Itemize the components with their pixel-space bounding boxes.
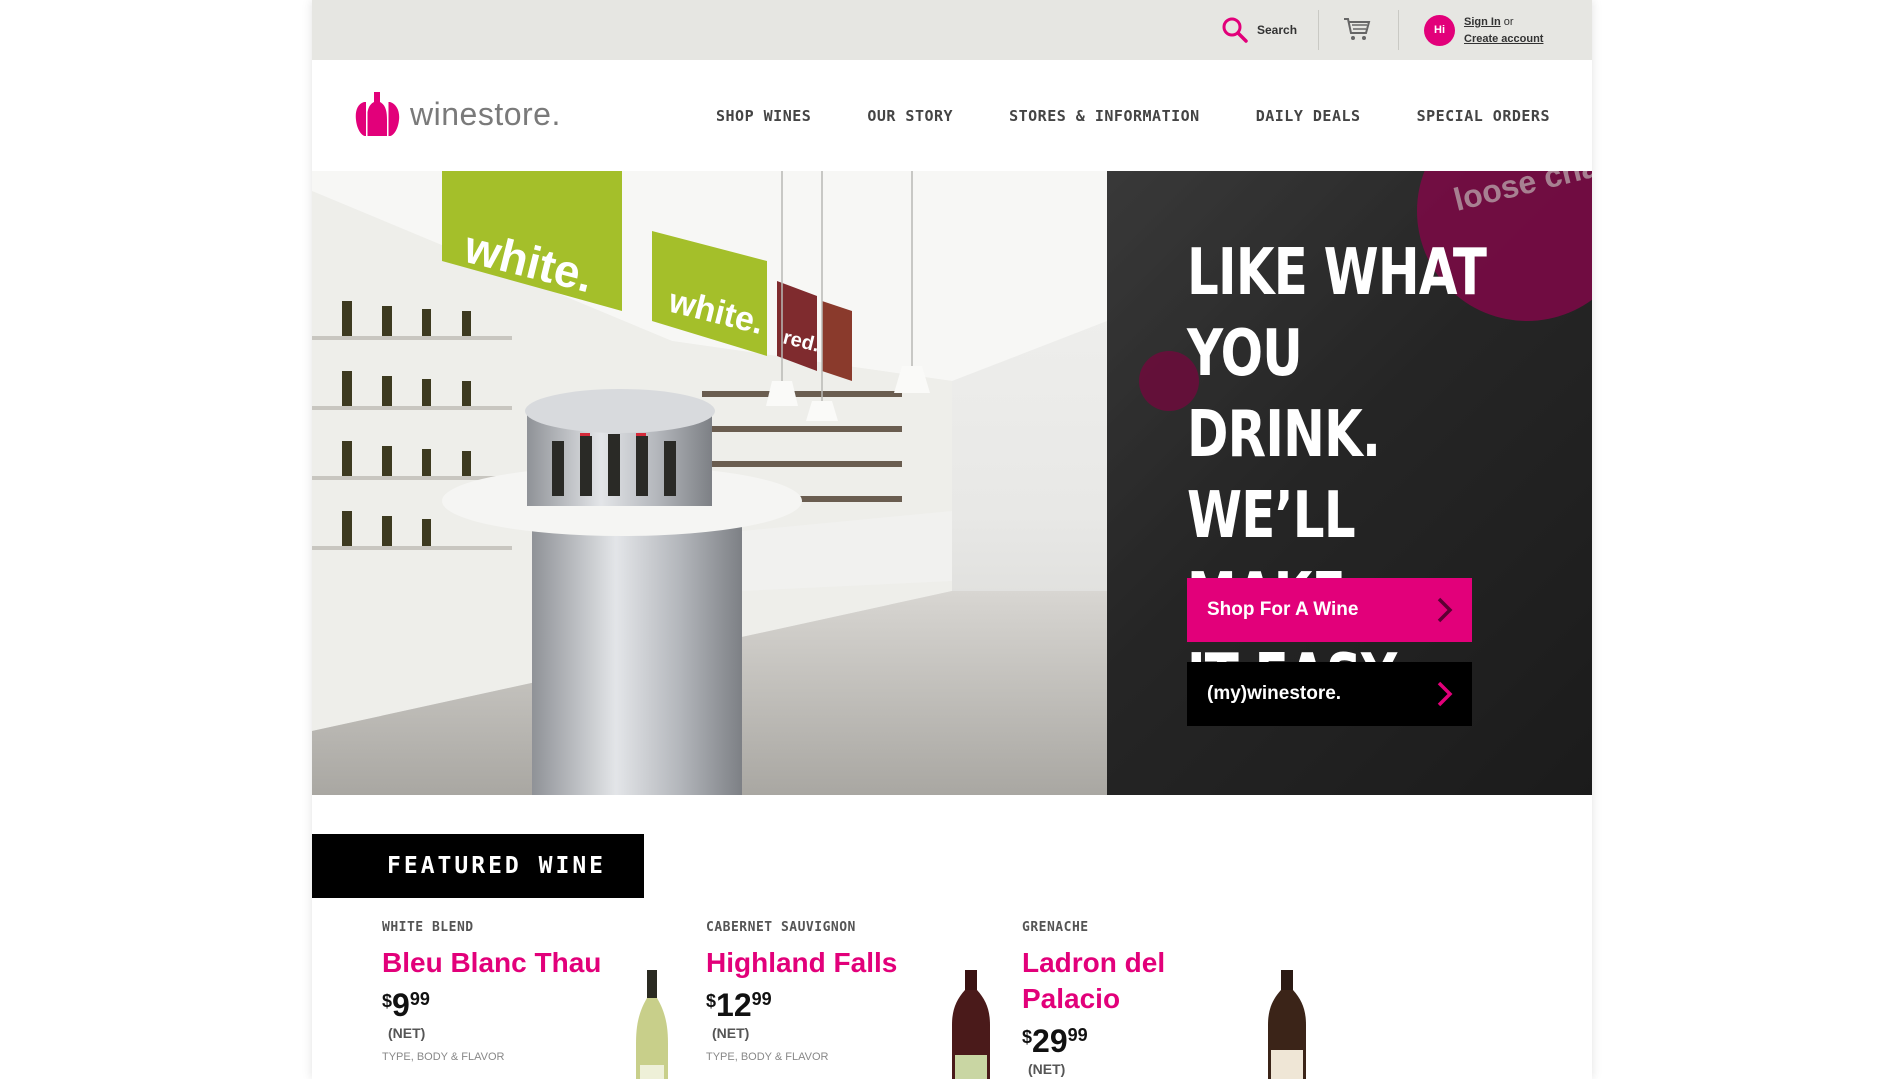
wine-card: WHITE BLEND Bleu Blanc Thau $ 9 99 (NET)… xyxy=(382,920,712,1079)
wine-name-link[interactable]: Bleu Blanc Thau xyxy=(382,945,602,981)
create-account-link[interactable]: Create account xyxy=(1464,33,1543,45)
price-dollars: 9 xyxy=(392,987,410,1023)
logo-text: winestore. xyxy=(410,95,561,132)
wine-bottle-image xyxy=(952,970,990,1079)
price-currency: $ xyxy=(1022,1027,1033,1047)
hero-panel: loose change LIKE WHAT YOU DRINK. WE’LL … xyxy=(1107,171,1592,795)
wine-type: WHITE BLEND xyxy=(382,920,474,935)
wine-bottles-logo-icon xyxy=(355,92,400,136)
nav-special-orders[interactable]: SPECIAL ORDERS xyxy=(1417,107,1550,125)
divider xyxy=(1398,10,1399,50)
wine-type: GRENACHE xyxy=(1022,920,1089,935)
main-nav: SHOP WINES OUR STORY STORES & INFORMATIO… xyxy=(716,60,1550,171)
price-dollars: 12 xyxy=(716,987,752,1023)
price-cents: 99 xyxy=(409,989,430,1009)
hero: white. white. red. loose LIKE WHAT YOU D… xyxy=(312,171,1592,795)
or-text: or xyxy=(1503,16,1514,28)
shop-for-a-wine-button[interactable]: Shop For A Wine xyxy=(1187,578,1472,642)
store-interior-photo: white. white. red. xyxy=(312,171,1107,795)
site-header: winestore. SHOP WINES OUR STORY STORES &… xyxy=(312,60,1592,171)
wine-name-link[interactable]: Highland Falls xyxy=(706,945,926,981)
avatar: Hi xyxy=(1424,15,1455,46)
nav-shop-wines[interactable]: SHOP WINES xyxy=(716,107,811,125)
price-cents: 99 xyxy=(1067,1025,1088,1045)
divider xyxy=(1318,10,1319,50)
nav-stores-information[interactable]: STORES & INFORMATION xyxy=(1009,107,1200,125)
account-links: Sign In or Create account xyxy=(1464,14,1543,48)
search-icon xyxy=(1222,17,1248,43)
sign-in-link[interactable]: Sign In xyxy=(1464,16,1501,28)
shop-for-a-wine-label: Shop For A Wine xyxy=(1207,599,1359,620)
search-link[interactable]: Search xyxy=(1221,13,1297,47)
cart-button[interactable] xyxy=(1343,16,1371,47)
utility-bar: Search Hi Sign In or Create account xyxy=(312,0,1592,60)
nav-our-story[interactable]: OUR STORY xyxy=(867,107,953,125)
wine-bottle-image xyxy=(636,970,668,1079)
wine-card: CABERNET SAUVIGNON Highland Falls $ 12 9… xyxy=(706,920,1036,1079)
search-label: Search xyxy=(1257,23,1298,37)
price-cents: 99 xyxy=(751,989,772,1009)
logo[interactable]: winestore. xyxy=(354,90,561,138)
hero-heading: LIKE WHAT YOU DRINK. WE’LL MAKE IT EASY xyxy=(1187,233,1499,719)
wine-bottle-image xyxy=(1268,970,1306,1079)
chevron-right-icon xyxy=(1437,681,1453,707)
price-currency: $ xyxy=(382,991,393,1011)
my-winestore-label: (my)winestore. xyxy=(1207,683,1342,704)
cart-icon xyxy=(1344,18,1371,40)
my-winestore-button[interactable]: (my)winestore. xyxy=(1187,662,1472,726)
price-currency: $ xyxy=(706,991,717,1011)
hero-heading-line: YOU DRINK. xyxy=(1187,317,1381,472)
featured-wine-heading: FEATURED WINE xyxy=(312,834,644,898)
wine-card: GRENACHE Ladron del Palacio $ 29 99 (NET… xyxy=(1022,920,1352,1079)
page: Search Hi Sign In or Create account wine… xyxy=(312,0,1592,1079)
chevron-right-icon xyxy=(1437,597,1453,623)
price-dollars: 29 xyxy=(1032,1023,1068,1059)
store-interior-illustration: white. white. red. xyxy=(312,171,1107,795)
wine-name-link[interactable]: Ladron del Palacio xyxy=(1022,945,1242,1017)
hero-heading-line: LIKE WHAT xyxy=(1187,236,1487,310)
nav-daily-deals[interactable]: DAILY DEALS xyxy=(1256,107,1361,125)
wine-type: CABERNET SAUVIGNON xyxy=(706,920,856,935)
